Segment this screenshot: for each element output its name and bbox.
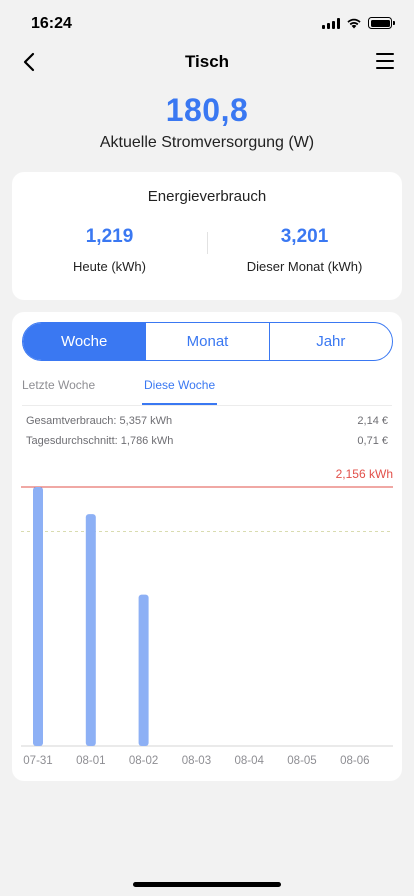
hamburger-menu-icon[interactable]	[376, 53, 394, 69]
current-power-value: 180,8	[165, 92, 249, 128]
energy-card-title: Energieverbrauch	[147, 188, 267, 205]
nav-bar: Tisch	[0, 44, 414, 80]
today-stat: 1,219 Heute (kWh)	[12, 226, 207, 274]
wifi-icon	[347, 18, 361, 29]
month-value: 3,201	[280, 226, 329, 247]
energy-consumption-card: Energieverbrauch 1,219 Heute (kWh) 3,201…	[12, 172, 402, 300]
x-tick-08-06: 08-06	[340, 755, 369, 767]
bar-07-31	[33, 487, 43, 746]
home-indicator	[133, 882, 281, 887]
month-stat: 3,201 Dieser Monat (kWh)	[207, 226, 402, 274]
bar-08-02	[138, 594, 149, 746]
today-value: 1,219	[85, 226, 134, 247]
status-time: 16:24	[31, 15, 72, 32]
x-tick-07-31: 07-31	[23, 755, 52, 767]
battery-icon	[368, 17, 395, 29]
consumption-bar-chart: 2,156 kWh 07-31 08-01 08-02 08-03 08-04 08-05…	[21, 467, 393, 767]
current-power-label: Aktuelle Stromversorgung (W)	[99, 134, 315, 151]
page-title: Tisch	[184, 52, 230, 71]
x-tick-08-03: 08-03	[182, 755, 211, 767]
status-icons	[322, 16, 395, 30]
bar-08-01	[85, 514, 96, 746]
consumption-chart-card: Woche Monat Jahr Letzte Woche Diese Woch…	[12, 312, 402, 781]
x-tick-08-05: 08-05	[287, 755, 316, 767]
x-tick-08-01: 08-01	[76, 755, 105, 767]
max-value-label: 2,156 kWh	[336, 467, 393, 481]
x-tick-08-04: 08-04	[234, 755, 264, 767]
status-bar: 16:24	[0, 0, 414, 48]
month-label: Dieser Monat (kWh)	[246, 259, 363, 274]
today-label: Heute (kWh)	[73, 259, 146, 274]
cellular-signal-icon	[322, 17, 340, 29]
x-tick-08-02: 08-02	[129, 755, 158, 767]
